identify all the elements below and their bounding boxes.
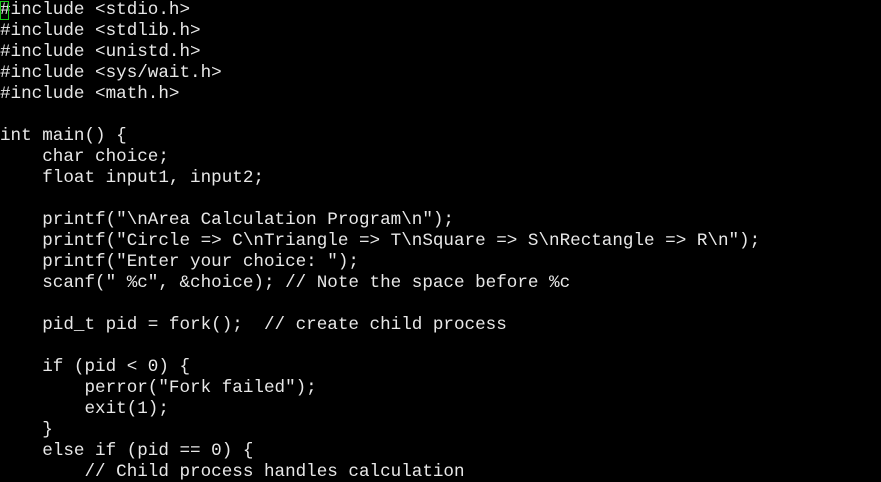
code-line-5: #include <math.h> (0, 84, 180, 104)
code-line-20: exit(1); (0, 399, 169, 419)
code-line-23: // Child process handles calculation (0, 462, 465, 482)
code-line-13: printf("Enter your choice: "); (0, 252, 359, 272)
code-line-22: else if (pid == 0) { (0, 441, 254, 461)
code-line-14: scanf(" %c", &choice); // Note the space… (0, 273, 571, 293)
code-line-11: printf("\nArea Calculation Program\n"); (0, 210, 454, 230)
text-cursor (0, 1, 9, 20)
code-line-9: float input1, input2; (0, 168, 264, 188)
code-line-4: #include <sys/wait.h> (0, 63, 222, 83)
code-line-18: if (pid < 0) { (0, 357, 191, 377)
code-line-16: pid_t pid = fork(); // create child proc… (0, 315, 507, 335)
code-line-19: perror("Fork failed"); (0, 378, 317, 398)
code-line-21: } (0, 420, 53, 440)
code-line-12: printf("Circle => C\nTriangle => T\nSqua… (0, 231, 761, 251)
code-line-1: #include <stdio.h> (0, 0, 191, 20)
code-line-3: #include <unistd.h> (0, 42, 201, 62)
code-line-8: char choice; (0, 147, 169, 167)
terminal-editor[interactable]: #include <stdio.h> #include <stdlib.h> #… (0, 0, 881, 482)
code-line-2: #include <stdlib.h> (0, 21, 201, 41)
code-line-7: int main() { (0, 126, 127, 146)
